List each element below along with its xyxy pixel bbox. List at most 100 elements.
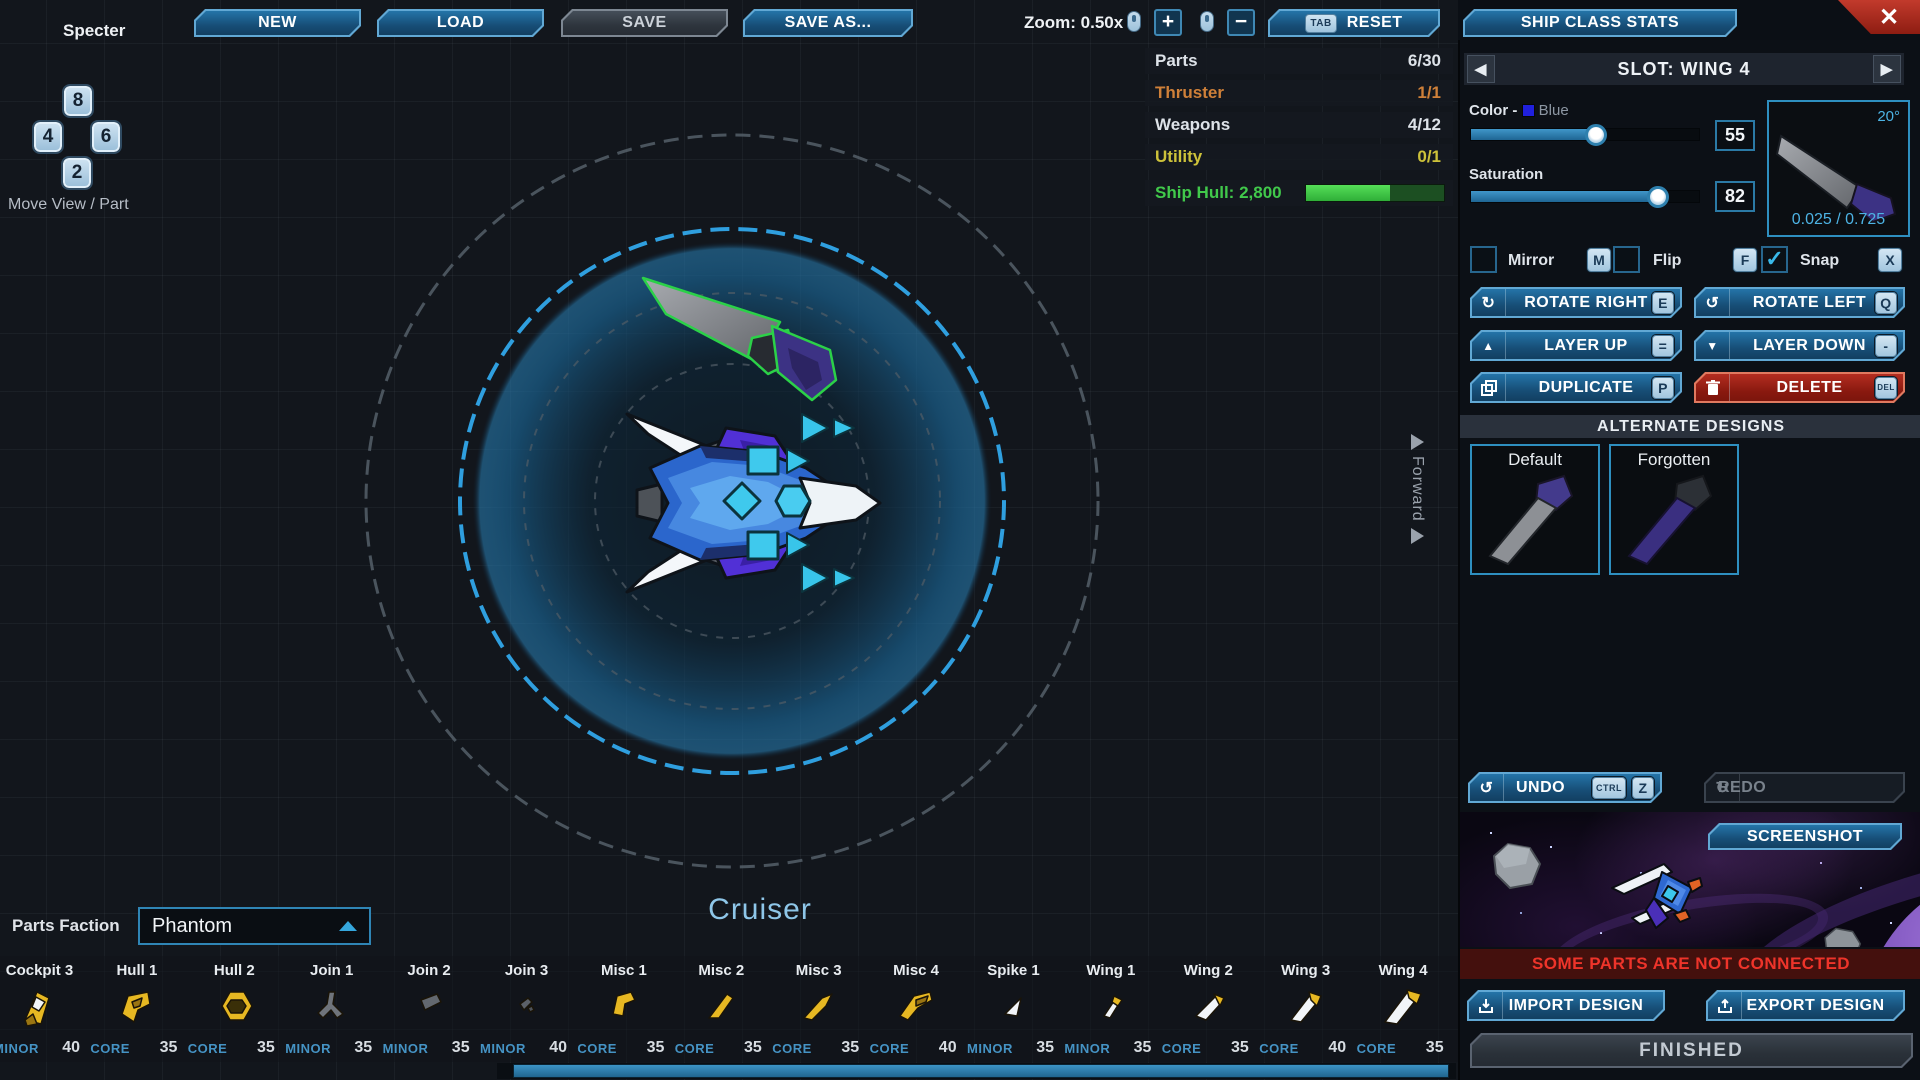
part-cost: 35 bbox=[647, 1039, 665, 1057]
alt-design-forgotten[interactable]: Forgotten bbox=[1609, 444, 1739, 575]
palette-part-cell[interactable]: Spike 1 MINOR 35 bbox=[965, 960, 1062, 1060]
duplicate-button[interactable]: DUPLICATE P bbox=[1470, 372, 1682, 403]
rotate-counterclockwise-icon: ↺ bbox=[1696, 289, 1730, 316]
save-button[interactable]: SAVE bbox=[561, 9, 728, 37]
save-as-button[interactable]: SAVE AS... bbox=[743, 9, 913, 37]
flip-label: Flip bbox=[1653, 252, 1681, 270]
mirror-checkbox[interactable] bbox=[1470, 246, 1497, 273]
saturation-slider[interactable] bbox=[1470, 190, 1700, 203]
redo-button[interactable]: ↻ REDO bbox=[1704, 772, 1905, 803]
part-type: CORE bbox=[577, 1041, 617, 1056]
import-design-button[interactable]: IMPORT DESIGN bbox=[1467, 990, 1665, 1021]
part-type: MINOR bbox=[383, 1041, 429, 1056]
part-icon bbox=[1283, 984, 1327, 1028]
color-value-box[interactable]: 55 bbox=[1715, 120, 1755, 151]
color-slider[interactable] bbox=[1470, 128, 1700, 141]
palette-part-cell[interactable]: Wing 2 CORE 35 bbox=[1160, 960, 1257, 1060]
part-type: CORE bbox=[675, 1041, 715, 1056]
palette-part-cell[interactable]: Wing 3 CORE 40 bbox=[1257, 960, 1354, 1060]
part-type: CORE bbox=[1357, 1041, 1397, 1056]
rotate-clockwise-icon: ↻ bbox=[1472, 289, 1506, 316]
new-button[interactable]: NEW bbox=[194, 9, 361, 37]
forward-direction-marker: Forward bbox=[1408, 434, 1426, 544]
palette-part-cell[interactable]: Hull 1 CORE 35 bbox=[88, 960, 185, 1060]
palette-part-cell[interactable]: Misc 1 CORE 35 bbox=[575, 960, 672, 1060]
part-cost: 35 bbox=[1231, 1039, 1249, 1057]
flip-checkbox[interactable] bbox=[1613, 246, 1640, 273]
saturation-value-box[interactable]: 82 bbox=[1715, 181, 1755, 212]
zoom-out-button[interactable]: − bbox=[1227, 9, 1255, 36]
part-type: CORE bbox=[1259, 1041, 1299, 1056]
delete-button[interactable]: DELETE DEL bbox=[1694, 372, 1905, 403]
slot-title: SLOT: WING 4 bbox=[1618, 59, 1751, 80]
part-type: MINOR bbox=[967, 1041, 1013, 1056]
ship-class-label: Cruiser bbox=[660, 893, 860, 927]
part-icon bbox=[991, 984, 1035, 1028]
z-key-icon: Z bbox=[1632, 777, 1654, 799]
redo-icon: ↻ bbox=[1706, 774, 1740, 801]
part-name: Spike 1 bbox=[965, 962, 1062, 979]
part-name: Wing 3 bbox=[1257, 962, 1354, 979]
snap-checkbox[interactable]: ✓ bbox=[1761, 246, 1788, 273]
ctrl-key-icon: CTRL bbox=[1592, 777, 1626, 799]
zoom-in-button[interactable]: + bbox=[1154, 9, 1182, 36]
import-icon bbox=[1469, 992, 1503, 1019]
preview-ship-image bbox=[1610, 852, 1730, 937]
finished-button[interactable]: FINISHED bbox=[1470, 1033, 1913, 1068]
saturation-slider-knob[interactable] bbox=[1647, 186, 1669, 208]
part-icon bbox=[407, 984, 451, 1028]
layer-down-button[interactable]: ▼ LAYER DOWN - bbox=[1694, 330, 1905, 361]
ship-class-stats-button[interactable]: SHIP CLASS STATS bbox=[1463, 9, 1737, 37]
export-design-button[interactable]: EXPORT DESIGN bbox=[1706, 990, 1905, 1021]
palette-part-cell[interactable]: Join 1 MINOR 35 bbox=[283, 960, 380, 1060]
layer-up-button[interactable]: ▲ LAYER UP = bbox=[1470, 330, 1682, 361]
part-icon bbox=[17, 984, 61, 1028]
part-name: Misc 2 bbox=[673, 962, 770, 979]
part-name: Hull 2 bbox=[186, 962, 283, 979]
palette-part-cell[interactable]: Wing 1 MINOR 35 bbox=[1062, 960, 1159, 1060]
part-cost: 35 bbox=[841, 1039, 859, 1057]
part-offset-value: 0.025 / 0.725 bbox=[1769, 211, 1908, 229]
stat-row-thruster: Thruster1/1 bbox=[1145, 80, 1453, 106]
design-canvas[interactable]: Specter NEW LOAD SAVE SAVE AS... Zoom: 0… bbox=[0, 0, 1458, 1080]
trash-icon bbox=[1696, 374, 1730, 401]
part-name: Wing 1 bbox=[1062, 962, 1159, 979]
undo-icon: ↺ bbox=[1470, 774, 1504, 801]
palette-part-cell[interactable]: Wing 4 CORE 35 bbox=[1355, 960, 1452, 1060]
duplicate-key-icon: P bbox=[1652, 377, 1674, 399]
close-button[interactable]: ✕ bbox=[1838, 0, 1920, 34]
alt-design-default-image bbox=[1480, 468, 1590, 568]
palette-part-cell[interactable]: Join 3 MINOR 40 bbox=[478, 960, 575, 1060]
palette-part-cell[interactable]: Misc 4 CORE 40 bbox=[868, 960, 965, 1060]
load-button[interactable]: LOAD bbox=[377, 9, 544, 37]
palette-part-cell[interactable]: Hull 2 CORE 35 bbox=[186, 960, 283, 1060]
palette-scrollbar-thumb[interactable] bbox=[513, 1064, 1449, 1078]
rotate-right-button[interactable]: ↻ ROTATE RIGHT E bbox=[1470, 287, 1682, 318]
next-slot-button[interactable]: ▶ bbox=[1873, 55, 1901, 83]
move-left-key: 4 bbox=[34, 122, 62, 152]
alt-design-default[interactable]: Default bbox=[1470, 444, 1600, 575]
reset-view-button[interactable]: TAB RESET bbox=[1268, 9, 1440, 37]
layer-down-key-icon: - bbox=[1875, 335, 1897, 357]
ship-hull-row: Ship Hull: 2,800 bbox=[1145, 180, 1453, 206]
undo-button[interactable]: ↺ UNDO CTRL Z bbox=[1468, 772, 1662, 803]
part-icon bbox=[212, 984, 256, 1028]
parts-faction-dropdown[interactable]: Phantom bbox=[138, 907, 371, 945]
color-slider-knob[interactable] bbox=[1585, 124, 1607, 146]
alt-design-forgotten-image bbox=[1619, 468, 1729, 568]
part-icon bbox=[699, 984, 743, 1028]
part-name: Join 1 bbox=[283, 962, 380, 979]
part-cost: 35 bbox=[354, 1039, 372, 1057]
palette-part-cell[interactable]: Cockpit 3 MINOR 40 bbox=[0, 960, 88, 1060]
screenshot-button[interactable]: SCREENSHOT bbox=[1708, 823, 1902, 850]
part-type: CORE bbox=[772, 1041, 812, 1056]
rotate-left-key-icon: Q bbox=[1875, 292, 1897, 314]
prev-slot-button[interactable]: ◀ bbox=[1467, 55, 1495, 83]
palette-part-cell[interactable]: Misc 2 CORE 35 bbox=[673, 960, 770, 1060]
rotate-left-button[interactable]: ↺ ROTATE LEFT Q bbox=[1694, 287, 1905, 318]
part-name: Misc 3 bbox=[770, 962, 867, 979]
palette-part-cell[interactable]: Join 2 MINOR 35 bbox=[381, 960, 478, 1060]
palette-part-cell[interactable]: Misc 3 CORE 35 bbox=[770, 960, 867, 1060]
parts-faction-label: Parts Faction bbox=[12, 916, 120, 936]
part-icon bbox=[796, 984, 840, 1028]
